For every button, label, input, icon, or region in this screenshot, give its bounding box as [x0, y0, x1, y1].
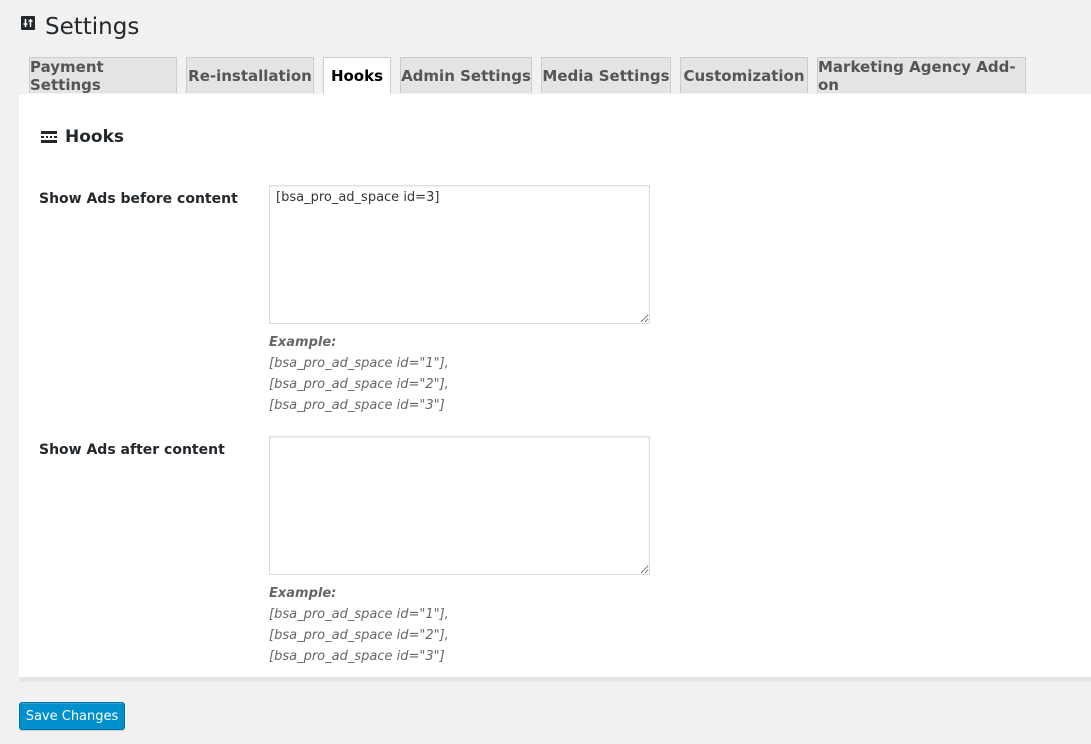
tab-customization[interactable]: Customization — [680, 57, 808, 93]
example-line: [bsa_pro_ad_space id="3"] — [269, 649, 445, 664]
hooks-icon — [41, 131, 57, 143]
example-line: [bsa_pro_ad_space id="2"], — [269, 377, 449, 392]
example-title: Example: — [269, 586, 337, 601]
hooks-panel: Hooks Show Ads before content Example: [… — [19, 94, 1091, 677]
after-content-example: Example: [bsa_pro_ad_space id="1"], [bsa… — [269, 583, 449, 667]
example-line: [bsa_pro_ad_space id="1"], — [269, 356, 449, 371]
show-ads-before-content-input[interactable] — [269, 185, 650, 324]
example-line: [bsa_pro_ad_space id="3"] — [269, 398, 445, 413]
save-changes-button[interactable]: Save Changes — [19, 702, 125, 730]
settings-tabs: Payment Settings Re-installation Hooks A… — [18, 57, 1091, 95]
example-line: [bsa_pro_ad_space id="1"], — [269, 607, 449, 622]
page-header: Settings — [21, 14, 139, 40]
example-title: Example: — [269, 335, 337, 350]
section-title: Hooks — [65, 127, 125, 147]
example-line: [bsa_pro_ad_space id="2"], — [269, 628, 449, 643]
before-content-example: Example: [bsa_pro_ad_space id="1"], [bsa… — [269, 332, 449, 416]
tab-admin-settings[interactable]: Admin Settings — [400, 57, 532, 93]
tab-hooks[interactable]: Hooks — [323, 57, 391, 94]
panel-footer-divider — [19, 677, 1091, 682]
show-ads-after-content-label: Show Ads after content — [39, 442, 225, 458]
section-heading: Hooks — [41, 127, 124, 147]
settings-sliders-icon — [21, 16, 35, 30]
tab-media-settings[interactable]: Media Settings — [541, 57, 671, 93]
tab-payment-settings[interactable]: Payment Settings — [29, 57, 177, 94]
show-ads-after-content-input[interactable] — [269, 436, 650, 575]
tab-marketing-agency-add-on[interactable]: Marketing Agency Add-on — [817, 57, 1026, 94]
page-title: Settings — [45, 14, 140, 40]
tab-re-installation[interactable]: Re-installation — [186, 57, 314, 93]
show-ads-before-content-label: Show Ads before content — [39, 191, 238, 207]
